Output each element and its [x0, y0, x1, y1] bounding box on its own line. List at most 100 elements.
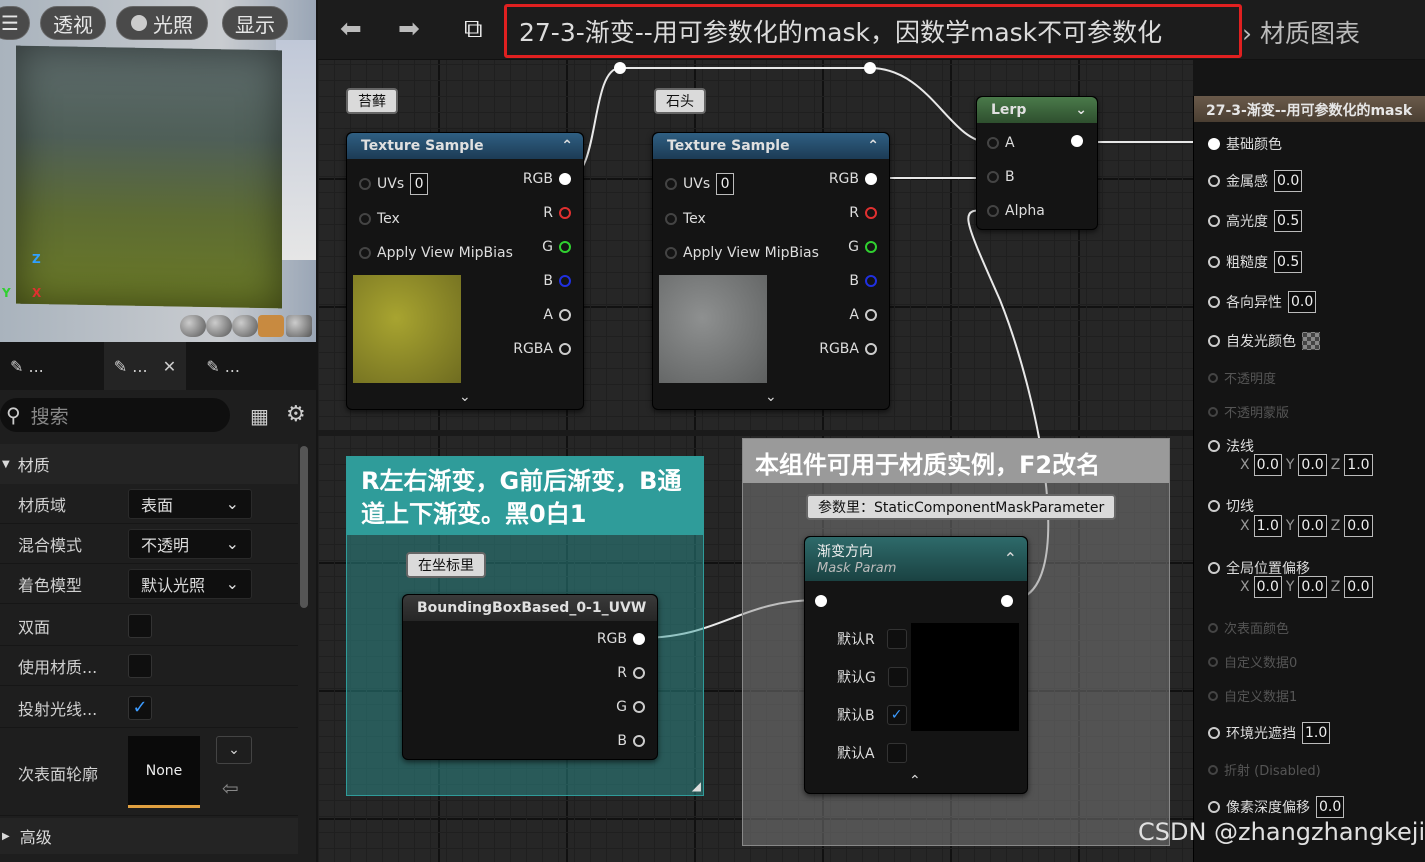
- mask-input[interactable]: [815, 595, 827, 607]
- mipbias-input[interactable]: Apply View MipBias: [359, 245, 513, 261]
- normal-y-value[interactable]: 0.0: [1298, 454, 1327, 476]
- pixel-depth-offset-value[interactable]: 0.0: [1316, 796, 1345, 818]
- mask-output[interactable]: [1001, 595, 1013, 607]
- coord-comment-tag[interactable]: 在坐标里: [406, 552, 486, 578]
- bounding-box-uvw-node[interactable]: BoundingBoxBased_0-1_UVW RGB R G B: [402, 594, 658, 760]
- tab-details-3[interactable]: ✎ ...: [196, 342, 250, 390]
- two-sided-checkbox[interactable]: [128, 613, 152, 638]
- preview-sphere-icon[interactable]: [206, 315, 232, 337]
- forward-arrow-icon[interactable]: ➡: [398, 14, 420, 44]
- use-material-checkbox[interactable]: [128, 653, 152, 678]
- texture-sample-node-moss[interactable]: Texture Sample ⌃ UVs 0 Tex Apply View MipB…: [346, 132, 584, 410]
- chevron-up-icon[interactable]: ⌃: [1004, 549, 1017, 568]
- chevron-up-icon[interactable]: ⌃: [867, 138, 879, 154]
- ao-input[interactable]: 环境光遮挡 1.0: [1208, 722, 1331, 744]
- default-a-checkbox[interactable]: [886, 743, 907, 763]
- g-output[interactable]: G: [616, 699, 645, 715]
- uvs-input[interactable]: UVs 0: [359, 173, 429, 195]
- a-output[interactable]: A: [849, 307, 877, 323]
- r-output[interactable]: R: [849, 205, 877, 221]
- b-output[interactable]: B: [543, 273, 571, 289]
- lighting-button[interactable]: 光照: [116, 6, 208, 40]
- rgba-output[interactable]: RGBA: [513, 341, 571, 357]
- tex-input[interactable]: Tex: [359, 211, 400, 227]
- tangent-x-value[interactable]: 1.0: [1253, 515, 1282, 537]
- section-advanced[interactable]: ▶ 高级: [0, 818, 298, 854]
- preview-cylinder-icon[interactable]: [180, 315, 206, 337]
- material-preview-viewport[interactable]: ☰ 透视 光照 显示 Z Y X: [0, 0, 316, 342]
- blend-mode-select[interactable]: 不透明 ⌄: [128, 528, 252, 559]
- perspective-button[interactable]: 透视: [40, 6, 106, 40]
- rgba-output[interactable]: RGBA: [819, 341, 877, 357]
- cast-ray-checkbox[interactable]: ✓: [128, 695, 152, 720]
- material-result-node[interactable]: 27-3-渐变--用可参数化的mask 基础颜色 金属感 0.0 高光度 0.5 粗…: [1193, 96, 1425, 862]
- pixel-depth-offset-input[interactable]: 像素深度偏移 0.0: [1208, 796, 1345, 818]
- emissive-color-swatch[interactable]: [1302, 332, 1320, 350]
- r-output[interactable]: R: [543, 205, 571, 221]
- show-button[interactable]: 显示: [222, 6, 288, 40]
- roughness-value[interactable]: 0.5: [1274, 251, 1303, 273]
- expand-icon[interactable]: ⌄: [765, 389, 777, 405]
- a-output[interactable]: A: [543, 307, 571, 323]
- roughness-input[interactable]: 粗糙度 0.5: [1208, 251, 1303, 273]
- asset-dropdown-button[interactable]: ⌄: [216, 736, 252, 764]
- chevron-down-icon[interactable]: ⌄: [1075, 102, 1087, 118]
- emissive-input[interactable]: 自发光颜色: [1208, 331, 1320, 351]
- preview-plane-icon[interactable]: [232, 315, 258, 337]
- uvs-value[interactable]: 0: [410, 173, 429, 195]
- b-output[interactable]: B: [849, 273, 877, 289]
- static-component-mask-node[interactable]: 渐变方向 Mask Param ⌃ 默认R 默认G 默认B ✓ 默认A ⌃: [804, 536, 1028, 794]
- wpo-y-value[interactable]: 0.0: [1298, 576, 1327, 598]
- gear-icon[interactable]: ⚙: [286, 402, 306, 427]
- metallic-value[interactable]: 0.0: [1274, 170, 1303, 192]
- anisotropy-input[interactable]: 各向异性 0.0: [1208, 291, 1317, 313]
- scrollbar[interactable]: [300, 446, 308, 608]
- subsurface-profile-thumbnail[interactable]: None: [128, 736, 200, 808]
- uvs-value[interactable]: 0: [716, 173, 735, 195]
- stone-comment-tag[interactable]: 石头: [654, 88, 706, 114]
- anisotropy-value[interactable]: 0.0: [1288, 291, 1317, 313]
- tangent-input[interactable]: 切线: [1208, 496, 1254, 516]
- uvs-input[interactable]: UVs 0: [665, 173, 735, 195]
- resize-handle-icon[interactable]: ◢: [692, 779, 701, 793]
- lerp-alpha-input[interactable]: Alpha: [987, 203, 1045, 219]
- collapse-icon[interactable]: ⌃: [909, 773, 921, 789]
- material-domain-select[interactable]: 表面 ⌄: [128, 488, 252, 519]
- rgb-output[interactable]: RGB: [829, 171, 877, 187]
- moss-comment-tag[interactable]: 苔藓: [346, 88, 398, 114]
- wpo-input[interactable]: 全局位置偏移: [1208, 558, 1310, 578]
- default-b-checkbox[interactable]: ✓: [886, 705, 907, 725]
- table-view-icon[interactable]: ▦: [250, 404, 269, 428]
- mipbias-input[interactable]: Apply View MipBias: [665, 245, 819, 261]
- b-output[interactable]: B: [617, 733, 645, 749]
- wpo-x-value[interactable]: 0.0: [1253, 576, 1282, 598]
- normal-x-value[interactable]: 0.0: [1253, 454, 1282, 476]
- metallic-input[interactable]: 金属感 0.0: [1208, 170, 1303, 192]
- tex-input[interactable]: Tex: [665, 211, 706, 227]
- tangent-y-value[interactable]: 0.0: [1298, 515, 1327, 537]
- lerp-b-input[interactable]: B: [987, 169, 1015, 185]
- rgb-output[interactable]: RGB: [523, 171, 571, 187]
- search-input[interactable]: ⚲ 搜索: [0, 398, 230, 432]
- default-r-checkbox[interactable]: [886, 629, 907, 649]
- lerp-output[interactable]: [1071, 135, 1083, 147]
- chevron-up-icon[interactable]: ⌃: [561, 138, 573, 154]
- g-output[interactable]: G: [542, 239, 571, 255]
- normal-z-value[interactable]: 1.0: [1344, 454, 1373, 476]
- shading-model-select[interactable]: 默认光照 ⌄: [128, 568, 252, 599]
- browse-arrow-icon[interactable]: ⇦: [222, 776, 239, 800]
- wpo-z-value[interactable]: 0.0: [1344, 576, 1373, 598]
- base-color-input[interactable]: 基础颜色: [1208, 134, 1282, 154]
- preview-mesh-icon[interactable]: [286, 315, 312, 337]
- back-arrow-icon[interactable]: ⬅: [340, 14, 362, 44]
- breadcrumb[interactable]: › 材质图表: [1242, 14, 1360, 50]
- expand-icon[interactable]: ⌄: [459, 389, 471, 405]
- rgb-output[interactable]: RGB: [597, 631, 645, 647]
- default-g-checkbox[interactable]: [887, 667, 908, 687]
- specular-value[interactable]: 0.5: [1274, 210, 1303, 232]
- section-material[interactable]: ▼ 材质: [0, 444, 298, 484]
- ao-value[interactable]: 1.0: [1302, 722, 1331, 744]
- tab-details-1[interactable]: ✎ ...: [0, 342, 54, 390]
- tab-details-2[interactable]: ✎ ... ✕: [103, 342, 187, 390]
- param-comment-tag[interactable]: 参数里：StaticComponentMaskParameter: [806, 494, 1117, 520]
